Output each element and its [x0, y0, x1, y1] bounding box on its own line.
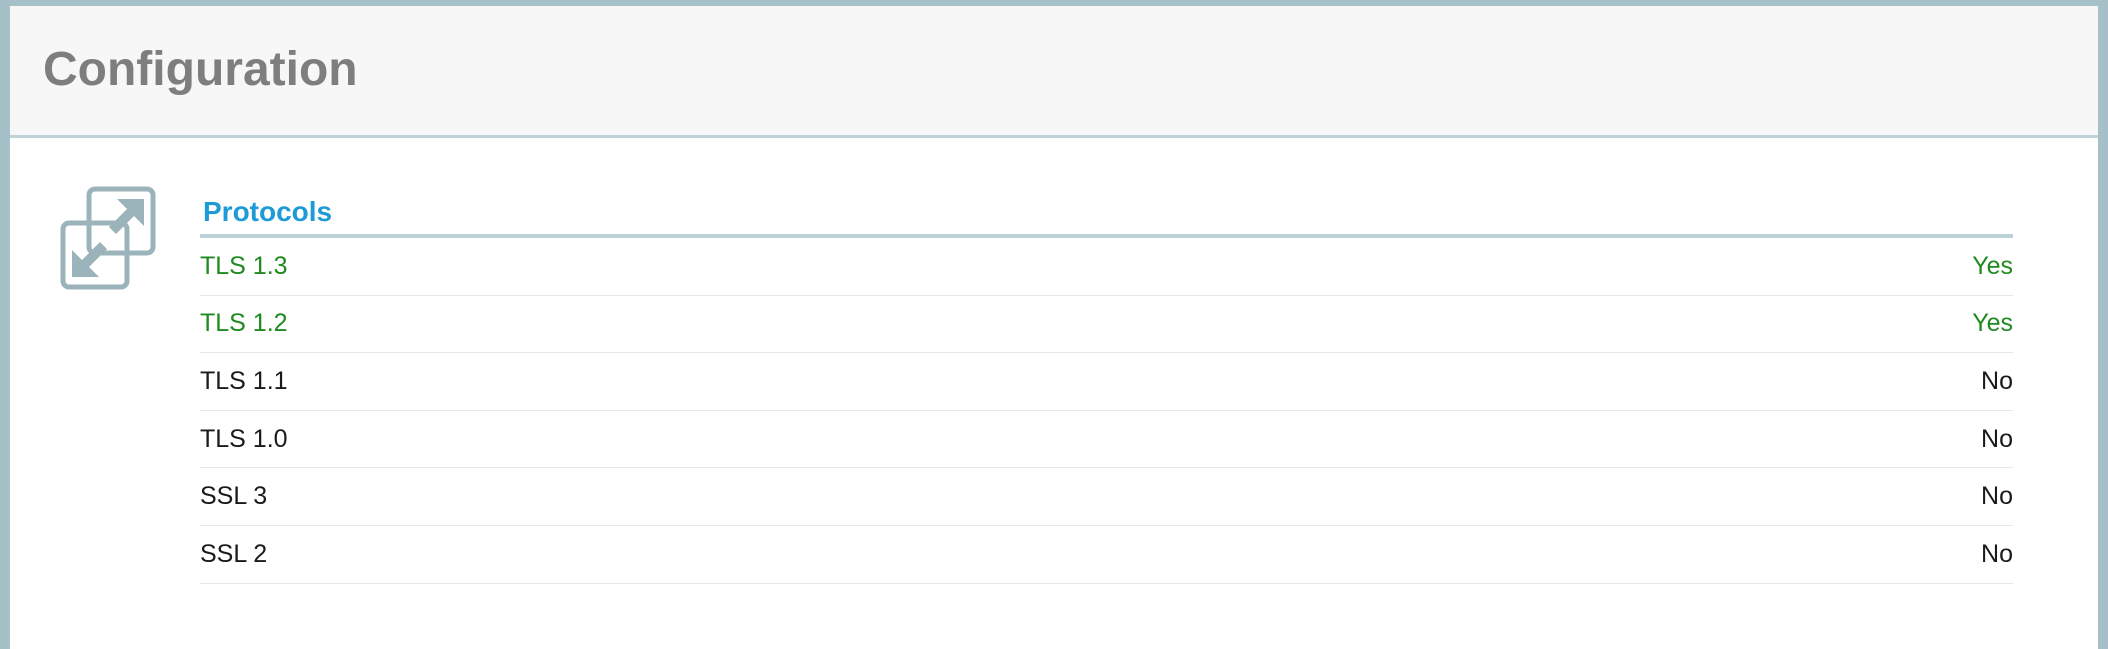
- page-header: Configuration: [10, 6, 2098, 138]
- protocol-value: Yes: [1972, 309, 2013, 338]
- page-title: Configuration: [43, 43, 358, 96]
- protocol-row-ssl2: SSL 2 No: [200, 526, 2013, 584]
- protocol-value: No: [1981, 539, 2013, 568]
- protocol-value: No: [1981, 424, 2013, 453]
- protocols-table: Protocols TLS 1.3 Yes TLS 1.2 Yes TLS 1.…: [200, 186, 2013, 584]
- protocol-label: TLS 1.1: [200, 366, 288, 395]
- protocol-row-tls12: TLS 1.2 Yes: [200, 296, 2013, 354]
- protocol-value: No: [1981, 366, 2013, 395]
- protocol-value: Yes: [1972, 251, 2013, 280]
- expand-arrows-icon: [60, 186, 156, 290]
- protocol-label: TLS 1.2: [200, 309, 288, 338]
- protocol-row-tls13: TLS 1.3 Yes: [200, 238, 2013, 296]
- page-frame: Configuration Protocols TLS 1.3 Yes TLS …: [0, 0, 2108, 649]
- protocol-label: SSL 3: [200, 482, 268, 511]
- protocol-label: TLS 1.3: [200, 251, 288, 280]
- protocol-row-ssl3: SSL 3 No: [200, 468, 2013, 526]
- protocol-row-tls11: TLS 1.1 No: [200, 353, 2013, 411]
- protocol-value: No: [1981, 482, 2013, 511]
- protocol-label: TLS 1.0: [200, 424, 288, 453]
- protocol-row-tls10: TLS 1.0 No: [200, 411, 2013, 469]
- section-title: Protocols: [200, 186, 2013, 238]
- protocol-label: SSL 2: [200, 539, 268, 568]
- configuration-content: Protocols TLS 1.3 Yes TLS 1.2 Yes TLS 1.…: [10, 138, 2098, 646]
